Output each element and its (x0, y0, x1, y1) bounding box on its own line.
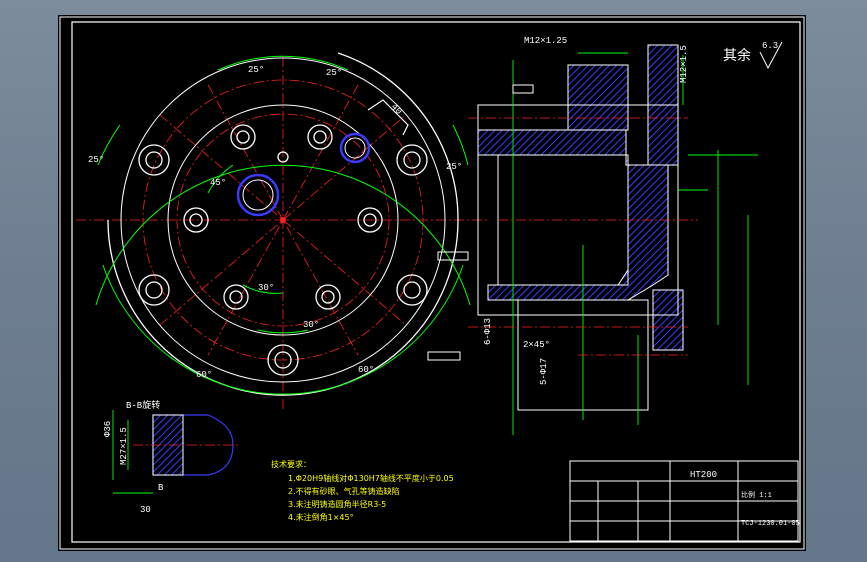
title-block (569, 460, 799, 542)
tech-req-item: 4.未注倒角1×45° (288, 512, 354, 522)
angle-label-right: 25° (446, 162, 462, 172)
dim-30: 30 (140, 505, 151, 515)
notch-dimension: 40 (389, 102, 404, 117)
dim-36: Φ36 (103, 421, 113, 437)
holes-label-left: 6-Φ13 (483, 318, 493, 345)
tech-req-title: 技术要求： (271, 459, 311, 469)
thread-label-right: M12×1.5 (679, 45, 689, 83)
tech-req-item: 1.Φ20H9轴线对Φ130H7轴线不平度小于0.05 (288, 473, 454, 483)
roughness-value: 6.3 (762, 41, 778, 51)
tech-req-item: 3.未注明铸造圆角半径R3-5 (288, 499, 386, 509)
chamfer-label: 2×45° (523, 340, 550, 350)
angle-label-30-lower: 30° (258, 283, 274, 293)
label-b: B (158, 483, 164, 493)
section-view (427, 44, 758, 435)
holes-label-bottom: 5-Φ17 (539, 358, 549, 385)
section-bb (112, 410, 238, 494)
tech-requirements: 技术要求： 1.Φ20H9轴线对Φ130H7轴线不平度小于0.05 2.不得有砂… (271, 459, 454, 522)
drawing-number: TCJ-1230.01-05 (741, 520, 800, 528)
plan-view (76, 52, 488, 410)
tech-req-item: 2.不得有砂眼、气孔等铸造缺陷 (288, 486, 400, 496)
angle-label-left: 25° (88, 155, 104, 165)
roughness-symbol: 其余 6.3 (723, 41, 783, 70)
scale-label: 比例 1:1 (741, 490, 772, 500)
thread-label-top: M12×1.25 (524, 36, 567, 46)
dim-27: M27×1.5 (119, 427, 129, 465)
angle-label-top-left: 25° (248, 65, 264, 75)
drawing-sheet: 25° 25° 25° 25° 45° 30° 30° 60° 60° 40 M… (58, 15, 806, 551)
section-bb-title: B-B旋转 (126, 399, 160, 411)
angle-label-30-bottom: 30° (303, 320, 319, 330)
angle-label-60-left: 60° (196, 370, 212, 380)
material-label: HT200 (690, 470, 717, 480)
angle-label-45: 45° (210, 178, 226, 188)
cad-drawing: 25° 25° 25° 25° 45° 30° 30° 60° 60° 40 M… (59, 16, 805, 550)
angle-label-top-right: 25° (326, 68, 342, 78)
roughness-label: 其余 (723, 47, 751, 64)
angle-label-60-right: 60° (358, 365, 374, 375)
